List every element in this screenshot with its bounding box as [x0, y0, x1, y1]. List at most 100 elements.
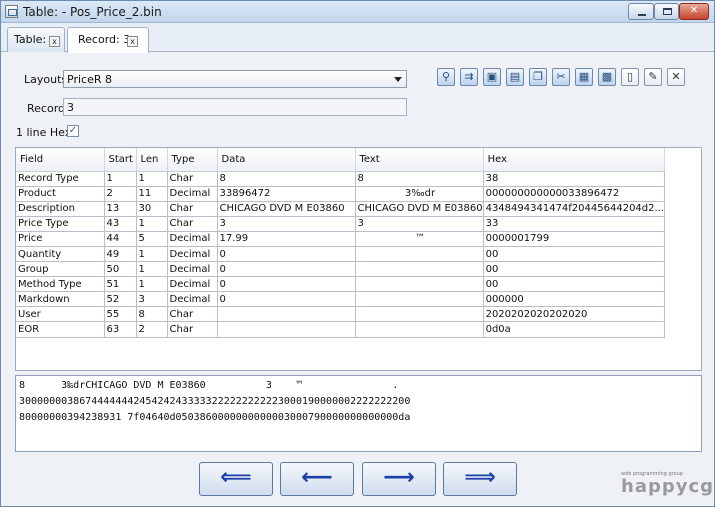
cell-data[interactable]: 17.99 — [217, 231, 356, 247]
cell-len[interactable]: 1 — [136, 276, 168, 293]
col-header-hex[interactable]: Hex — [483, 148, 666, 172]
new-button[interactable]: ▯ — [621, 68, 639, 86]
table-row[interactable]: Price Type 43 1 Char 3 3 33 — [16, 216, 666, 232]
save-as-button[interactable]: ▤ — [506, 68, 524, 86]
col-header-text[interactable]: Text — [355, 148, 484, 172]
cell-text[interactable]: 3 — [355, 216, 484, 232]
find-button[interactable]: ⚲ — [437, 68, 455, 86]
table-row[interactable]: Markdown 52 3 Decimal 0 000000 — [16, 291, 666, 308]
cell-text[interactable] — [355, 261, 484, 278]
maximize-button[interactable] — [654, 3, 679, 20]
cell-type[interactable]: Char — [167, 216, 218, 232]
save-button[interactable]: ▣ — [483, 68, 501, 86]
tab-table[interactable]: Table: x — [7, 27, 65, 52]
table-row[interactable]: Record Type 1 1 Char 8 8 38 — [16, 171, 666, 187]
cell-field[interactable]: Description — [16, 201, 105, 217]
table-row[interactable]: EOR 63 2 Char 0d0a — [16, 321, 666, 338]
cell-start[interactable]: 44 — [104, 231, 137, 247]
cell-text[interactable] — [355, 291, 484, 308]
col-header-len[interactable]: Len — [136, 148, 168, 172]
cell-type[interactable]: Decimal — [167, 291, 218, 308]
cell-hex[interactable]: 00 — [483, 261, 666, 278]
cell-hex[interactable]: 38 — [483, 171, 666, 187]
one-line-hex-checkbox[interactable]: ✓ — [67, 125, 79, 137]
cell-data[interactable] — [217, 321, 356, 338]
cell-type[interactable]: Decimal — [167, 246, 218, 263]
cell-start[interactable]: 43 — [104, 216, 137, 232]
cell-hex[interactable]: 2020202020202020 — [483, 306, 666, 323]
cell-hex[interactable]: 33 — [483, 216, 666, 232]
col-header-start[interactable]: Start — [104, 148, 137, 172]
cell-data[interactable]: 3 — [217, 216, 356, 232]
cell-len[interactable]: 8 — [136, 306, 168, 323]
cut-button[interactable]: ✂ — [552, 68, 570, 86]
cell-len[interactable]: 2 — [136, 321, 168, 338]
cell-text[interactable]: 3‰dr — [355, 186, 484, 202]
cell-text[interactable] — [355, 246, 484, 263]
cell-start[interactable]: 1 — [104, 171, 137, 187]
cell-field[interactable]: Markdown — [16, 291, 105, 308]
close-record-button[interactable]: ✕ — [667, 68, 685, 86]
cell-field[interactable]: Price — [16, 231, 105, 247]
cell-field[interactable]: Record Type — [16, 171, 105, 187]
cell-text[interactable]: CHICAGO DVD M E03860 — [355, 201, 484, 217]
cell-len[interactable]: 11 — [136, 186, 168, 202]
col-header-field[interactable]: Field — [16, 148, 105, 172]
table-row[interactable]: User 55 8 Char 2020202020202020 — [16, 306, 666, 323]
cell-type[interactable]: Decimal — [167, 231, 218, 247]
tab-record-close-icon[interactable]: x — [127, 36, 138, 47]
cell-hex[interactable]: 000000 — [483, 291, 666, 308]
cell-data[interactable]: 8 — [217, 171, 356, 187]
copy-button[interactable]: ❐ — [529, 68, 547, 86]
cell-start[interactable]: 63 — [104, 321, 137, 338]
cell-hex[interactable]: 000000000000033896472 — [483, 186, 666, 202]
table-row[interactable]: Group 50 1 Decimal 0 00 — [16, 261, 666, 278]
cell-text[interactable] — [355, 321, 484, 338]
cell-type[interactable]: Decimal — [167, 186, 218, 202]
last-record-button[interactable]: ⟹ — [443, 462, 517, 496]
cell-data[interactable]: 0 — [217, 261, 356, 278]
cell-field[interactable]: Price Type — [16, 216, 105, 232]
cell-hex[interactable]: 0d0a — [483, 321, 666, 338]
tab-table-close-icon[interactable]: x — [49, 36, 60, 47]
cell-len[interactable]: 5 — [136, 231, 168, 247]
cell-data[interactable]: 0 — [217, 276, 356, 293]
cell-field[interactable]: Group — [16, 261, 105, 278]
paste-special-button[interactable]: ▩ — [598, 68, 616, 86]
layouts-select[interactable]: PriceR 8 — [63, 70, 407, 88]
table-row[interactable]: Product 2 11 Decimal 33896472 3‰dr 00000000000… — [16, 186, 666, 202]
cell-start[interactable]: 49 — [104, 246, 137, 263]
cell-data[interactable]: 0 — [217, 291, 356, 308]
cell-data[interactable]: 33896472 — [217, 186, 356, 202]
cell-type[interactable]: Decimal — [167, 276, 218, 293]
cell-len[interactable]: 1 — [136, 171, 168, 187]
cell-start[interactable]: 52 — [104, 291, 137, 308]
edit-button[interactable]: ✎ — [644, 68, 662, 86]
cell-len[interactable]: 1 — [136, 261, 168, 278]
previous-record-button[interactable]: ⟵ — [280, 462, 354, 496]
cell-text[interactable]: 8 — [355, 171, 484, 187]
cell-text[interactable] — [355, 276, 484, 293]
hex-view-panel[interactable]: 8 3‰drCHICAGO DVD M E03860 3 ™ . 3000000… — [15, 375, 702, 452]
col-header-data[interactable]: Data — [217, 148, 356, 172]
cell-type[interactable]: Char — [167, 171, 218, 187]
cell-hex[interactable]: 0000001799 — [483, 231, 666, 247]
close-window-button[interactable]: ✕ — [679, 3, 709, 20]
cell-len[interactable]: 1 — [136, 216, 168, 232]
record-field[interactable]: 3 — [63, 98, 407, 116]
minimize-button[interactable] — [628, 3, 654, 20]
first-record-button[interactable]: ⟸ — [199, 462, 273, 496]
cell-field[interactable]: User — [16, 306, 105, 323]
cell-start[interactable]: 55 — [104, 306, 137, 323]
cell-len[interactable]: 30 — [136, 201, 168, 217]
cell-hex[interactable]: 4348494341474f20445644204d2... — [483, 201, 666, 217]
cell-field[interactable]: Method Type — [16, 276, 105, 293]
cell-data[interactable] — [217, 306, 356, 323]
cell-text[interactable] — [355, 306, 484, 323]
table-row[interactable]: Method Type 51 1 Decimal 0 00 — [16, 276, 666, 293]
cell-data[interactable]: CHICAGO DVD M E03860 — [217, 201, 356, 217]
columns-button[interactable]: ⇉ — [460, 68, 478, 86]
cell-hex[interactable]: 00 — [483, 276, 666, 293]
cell-hex[interactable]: 00 — [483, 246, 666, 263]
cell-start[interactable]: 13 — [104, 201, 137, 217]
